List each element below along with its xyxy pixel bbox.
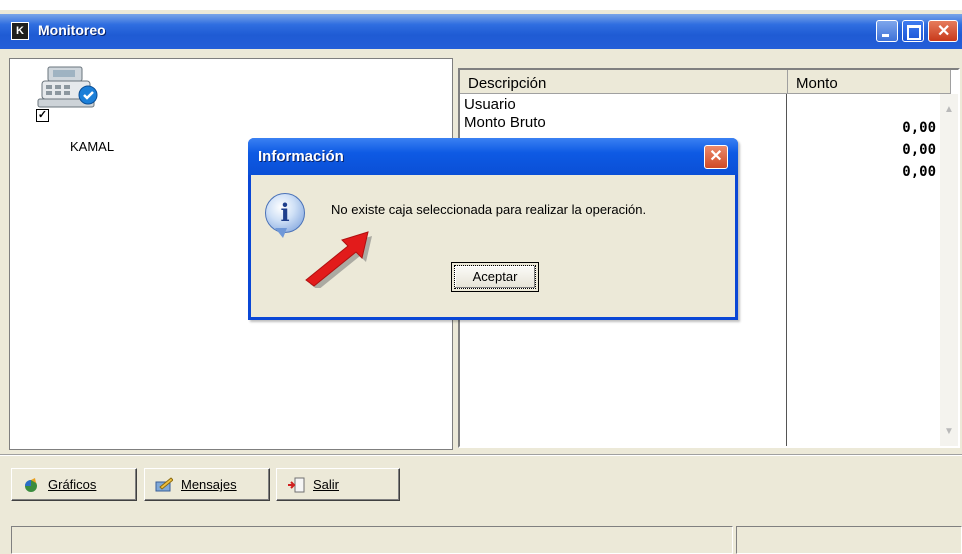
- annotation-arrow-icon: [305, 231, 372, 288]
- message-pencil-icon: [155, 476, 174, 493]
- app-icon: K: [11, 22, 29, 40]
- table-row-amount: 0,00: [902, 164, 936, 180]
- dialog-message: No existe caja seleccionada para realiza…: [331, 202, 647, 217]
- title-bar[interactable]: K Monitoreo: [0, 14, 962, 49]
- column-header-monto[interactable]: Monto: [788, 70, 951, 94]
- column-header-descripcion[interactable]: Descripción: [460, 70, 788, 94]
- column-divider: [786, 94, 787, 446]
- maximize-button[interactable]: [902, 20, 924, 42]
- salir-button[interactable]: Salir: [276, 468, 400, 501]
- salir-label: Salir: [313, 477, 340, 492]
- terminal-checkbox[interactable]: ✓: [36, 109, 49, 122]
- terminal-label: KAMAL: [70, 139, 115, 154]
- table-row-description: Usuario: [464, 96, 516, 113]
- aceptar-label: Aceptar: [454, 265, 536, 289]
- table-row-amount: 0,00: [902, 142, 936, 158]
- table-row-description: Monto Bruto: [464, 114, 546, 131]
- cash-register-icon: [37, 66, 98, 108]
- scroll-down-icon[interactable]: ▼: [941, 424, 957, 440]
- vertical-scrollbar[interactable]: ▲ ▼: [940, 94, 958, 446]
- close-button[interactable]: [928, 20, 958, 42]
- mensajes-label: Mensajes: [181, 477, 237, 492]
- bottom-separator: [0, 454, 962, 456]
- table-row-amount: 0,00: [902, 120, 936, 136]
- status-bar-left: [11, 526, 733, 554]
- status-bar-right: [736, 526, 962, 554]
- dialog-title: Información: [258, 148, 344, 165]
- terminal-item[interactable]: ✓ KAMAL: [28, 65, 114, 157]
- exit-door-icon: [287, 477, 305, 493]
- info-icon-tail: [275, 228, 287, 238]
- aceptar-button[interactable]: Aceptar: [451, 262, 539, 292]
- minimize-button[interactable]: [876, 20, 898, 42]
- dialog-title-bar[interactable]: Información ✕: [248, 138, 738, 175]
- graficos-button[interactable]: Gráficos: [11, 468, 137, 501]
- window-title: Monitoreo: [38, 22, 106, 38]
- chart-globe-icon: [22, 477, 40, 493]
- scroll-up-icon[interactable]: ▲: [941, 102, 957, 118]
- mensajes-button[interactable]: Mensajes: [144, 468, 270, 501]
- graficos-label: Gráficos: [48, 477, 97, 492]
- dialog-close-button[interactable]: ✕: [704, 145, 728, 169]
